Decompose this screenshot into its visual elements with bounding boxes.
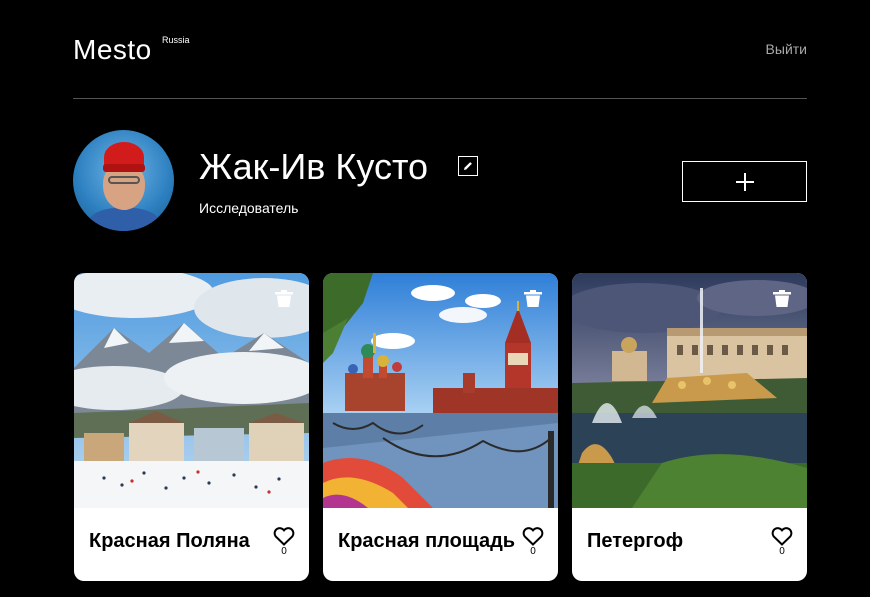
card-image-mountain-ski-resort[interactable] bbox=[74, 273, 309, 508]
like-count: 0 bbox=[779, 546, 785, 557]
avatar[interactable] bbox=[73, 130, 174, 231]
trash-icon[interactable] bbox=[524, 290, 542, 307]
card: Красная площадь 0 bbox=[323, 273, 558, 581]
card-title: Красная Поляна bbox=[89, 530, 250, 552]
avatar-glasses bbox=[108, 176, 140, 184]
card-image-peterhof-fountains[interactable] bbox=[572, 273, 807, 508]
like-count: 0 bbox=[530, 546, 536, 557]
pencil-icon bbox=[464, 162, 472, 170]
profile-name: Жак-Ив Кусто bbox=[199, 146, 429, 187]
logo-region: Russia bbox=[162, 35, 190, 45]
trash-icon[interactable] bbox=[773, 290, 791, 307]
card: Красная Поляна 0 bbox=[74, 273, 309, 581]
card-title: Красная площадь bbox=[338, 530, 516, 552]
heart-icon[interactable] bbox=[771, 527, 793, 546]
logo[interactable]: Mesto bbox=[73, 34, 152, 66]
like-count: 0 bbox=[281, 546, 287, 557]
logout-link[interactable]: Выйти bbox=[766, 41, 807, 57]
edit-profile-button[interactable] bbox=[458, 156, 478, 176]
avatar-hat-band bbox=[103, 164, 145, 172]
profile-about: Исследователь bbox=[199, 200, 299, 216]
profile: Жак-Ив Кусто Исследователь bbox=[73, 130, 807, 232]
card-image-red-square-moscow[interactable] bbox=[323, 273, 558, 508]
trash-icon[interactable] bbox=[275, 290, 293, 307]
heart-icon[interactable] bbox=[522, 527, 544, 546]
card: Петергоф 0 bbox=[572, 273, 807, 581]
card-title: Петергоф bbox=[587, 530, 684, 552]
plus-icon bbox=[736, 173, 754, 191]
heart-icon[interactable] bbox=[273, 527, 295, 546]
header: Mesto Russia Выйти bbox=[73, 0, 807, 99]
avatar-shirt bbox=[88, 208, 160, 231]
cards-grid: Красная Поляна 0 Красная площадь 0 Петер… bbox=[74, 273, 808, 581]
add-card-button[interactable] bbox=[682, 161, 807, 202]
